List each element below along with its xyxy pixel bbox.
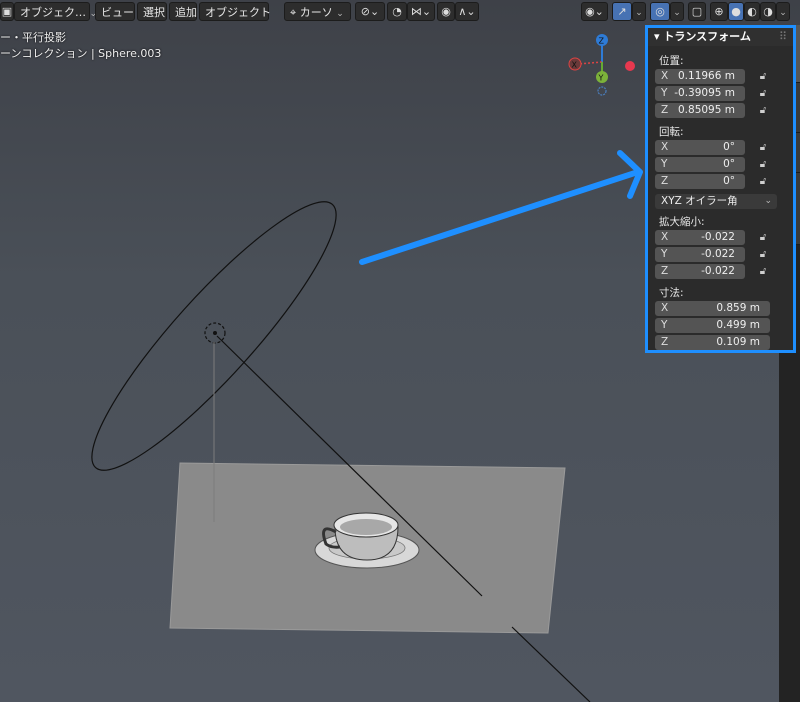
view-name: ー・平行投影: [0, 31, 66, 44]
dimensions-z-field[interactable]: Z 0.109 m: [655, 335, 770, 350]
lock-icon[interactable]: 🔓︎: [756, 231, 770, 245]
rotation-x-field[interactable]: X 0°: [655, 140, 745, 155]
rotation-z-field[interactable]: Z 0°: [655, 174, 745, 189]
dimensions-y-field[interactable]: Y 0.499 m: [655, 318, 770, 333]
menu-object[interactable]: オブジェクト: [199, 2, 271, 21]
location-y-field[interactable]: Y -0.39095 m: [655, 86, 745, 101]
svg-text:X: X: [572, 61, 578, 70]
lock-icon[interactable]: 🔓︎: [756, 104, 770, 118]
lock-icon[interactable]: 🔓︎: [756, 158, 770, 172]
location-z-field[interactable]: Z 0.85095 m: [655, 103, 745, 118]
rotation-label: 回転:: [659, 126, 684, 138]
chevron-down-icon: ⌄: [779, 8, 787, 18]
transform-panel: ▾ トランスフォーム ⠿ 位置: X 0.11966 m 🔓︎ Y -0.39095…: [645, 25, 796, 353]
proportional-edit-icon[interactable]: ◉: [437, 2, 455, 21]
menu-select[interactable]: 選択: [137, 2, 167, 21]
panel-header[interactable]: ▾ トランスフォーム ⠿: [648, 28, 793, 46]
lock-icon[interactable]: 🔓︎: [756, 87, 770, 101]
svg-text:Y: Y: [598, 74, 604, 83]
chevron-down-icon: ⌄: [635, 8, 643, 18]
visibility-icon[interactable]: ◉⌄: [581, 2, 608, 21]
scale-y-field[interactable]: Y -0.022: [655, 247, 745, 262]
viewport-header: ▣ オブジェク… ⌄ ビュー 選択 追加 オブジェクト ⌖ カーソ ⌄ ⊘⌄ ◔…: [0, 0, 800, 24]
overlay-icon[interactable]: ◎: [650, 2, 670, 21]
transform-orientation-dropdown[interactable]: ⌖ カーソ ⌄: [284, 2, 351, 21]
solid-shading-icon[interactable]: ●: [728, 2, 744, 21]
menu-add[interactable]: 追加: [169, 2, 197, 21]
gizmo-neg-x-axis: [625, 61, 635, 71]
rotation-y-field[interactable]: Y 0°: [655, 157, 745, 172]
gizmo-icon[interactable]: ↗: [612, 2, 632, 21]
xray-icon[interactable]: ▢: [688, 2, 706, 21]
lock-icon[interactable]: 🔓︎: [756, 265, 770, 279]
mode-dropdown[interactable]: オブジェク… ⌄: [14, 2, 97, 21]
scale-x-field[interactable]: X -0.022: [655, 230, 745, 245]
wireframe-shading-icon[interactable]: ⊕: [710, 2, 728, 21]
chevron-down-icon: ⌄: [673, 8, 681, 18]
snap-increment-icon[interactable]: ⋈⌄: [407, 2, 435, 21]
falloff-icon[interactable]: ∧⌄: [455, 2, 479, 21]
lock-icon[interactable]: 🔓︎: [756, 70, 770, 84]
svg-text:Z: Z: [599, 37, 605, 46]
lock-icon[interactable]: 🔓︎: [756, 248, 770, 262]
snap-icon[interactable]: ◔: [387, 2, 407, 21]
collection-label: ーンコレクション | Sphere.003: [0, 47, 162, 60]
rendered-shading-icon[interactable]: ◑: [760, 2, 776, 21]
editor-type-icon[interactable]: ▣: [0, 2, 14, 21]
scale-z-field[interactable]: Z -0.022: [655, 264, 745, 279]
drag-grip-icon[interactable]: ⠿: [779, 28, 787, 46]
location-label: 位置:: [659, 55, 684, 67]
navigation-gizmo[interactable]: Z X Y: [568, 34, 635, 96]
transform-orientation-icon: ⌖: [290, 6, 297, 19]
chevron-down-icon: ⌄: [764, 196, 772, 206]
location-x-field[interactable]: X 0.11966 m: [655, 69, 745, 84]
dimensions-x-field[interactable]: X 0.859 m: [655, 301, 770, 316]
annotation-arrow: [359, 150, 643, 265]
material-shading-icon[interactable]: ◐: [744, 2, 760, 21]
scale-label: 拡大縮小:: [659, 216, 705, 228]
menu-view[interactable]: ビュー: [95, 2, 135, 21]
rotation-mode-dropdown[interactable]: XYZ オイラー角 ⌄: [655, 194, 777, 209]
lock-icon[interactable]: 🔓︎: [756, 175, 770, 189]
lock-icon[interactable]: 🔓︎: [756, 141, 770, 155]
pivot-icon[interactable]: ⊘⌄: [355, 2, 385, 21]
dimensions-label: 寸法:: [659, 287, 684, 299]
panel-title: トランスフォーム: [663, 30, 751, 43]
collapse-triangle-icon: ▾: [654, 30, 660, 43]
